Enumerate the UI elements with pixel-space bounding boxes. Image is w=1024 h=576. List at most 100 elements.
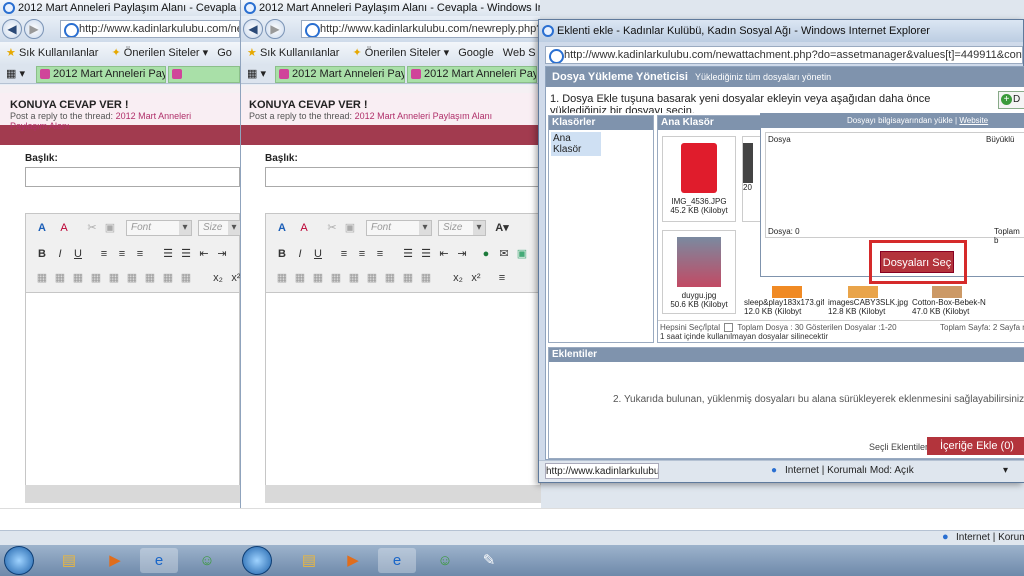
thumb-6[interactable]: Cotton-Box-Bebek-N 47.0 KB (Kilobyt <box>912 286 992 318</box>
quick-tabs-icon[interactable]: ▦ ▾ <box>6 67 25 80</box>
explorer-taskbar-icon[interactable]: ▤ <box>50 548 88 573</box>
thumb-2[interactable]: 20 <box>742 136 762 222</box>
table-row-icon[interactable]: ▦ <box>52 270 68 286</box>
align-left-icon[interactable]: ≡ <box>96 246 112 262</box>
tab-thread-2[interactable] <box>168 66 240 83</box>
table-props-icon[interactable]: ▦ <box>400 270 416 286</box>
table-delete-icon[interactable]: ▦ <box>382 270 398 286</box>
paint-taskbar-icon[interactable]: ✎ <box>470 548 508 573</box>
add-file-button[interactable]: + D <box>998 91 1024 109</box>
ie-taskbar-icon-2[interactable]: e <box>378 548 416 573</box>
underline-icon[interactable]: U <box>70 246 86 262</box>
google-link[interactable]: Google <box>458 47 493 59</box>
align-center-icon[interactable]: ≡ <box>114 246 130 262</box>
tab-thread-1[interactable]: 2012 Mart Anneleri Paylaşı... <box>275 66 405 83</box>
email-icon[interactable]: ✉ <box>496 246 512 262</box>
align-right-icon[interactable]: ≡ <box>372 246 388 262</box>
zoom-control[interactable]: ▾ <box>1003 461 1008 481</box>
table-merge-icon[interactable]: ▦ <box>346 270 362 286</box>
table-icon[interactable]: ▦ <box>34 270 50 286</box>
paste-icon[interactable]: ▣ <box>102 220 118 236</box>
editor-area[interactable] <box>25 293 240 503</box>
table-extra-icon[interactable]: ▦ <box>418 270 434 286</box>
tab-thread[interactable]: 2012 Mart Anneleri Paylaşı... <box>36 66 166 83</box>
popup-address-bar[interactable]: http://www.kadinlarkulubu.com/newattachm… <box>545 46 1023 64</box>
align-right-icon[interactable]: ≡ <box>132 246 148 262</box>
start-button[interactable] <box>4 546 34 575</box>
indent-icon[interactable]: ⇥ <box>214 246 230 262</box>
outdent-icon[interactable]: ⇤ <box>196 246 212 262</box>
bullet-list-icon[interactable]: ☰ <box>178 246 194 262</box>
remove-format-icon[interactable]: A <box>296 220 312 236</box>
table-merge-icon[interactable]: ▦ <box>106 270 122 286</box>
link-icon[interactable]: ● <box>478 246 494 262</box>
more-icon[interactable]: ≡ <box>494 270 510 286</box>
favorites-label[interactable]: Sık Kullanılanlar <box>19 47 99 59</box>
thumb-1[interactable]: IMG_4536.JPG 45.2 KB (Kilobyt <box>662 136 736 222</box>
table-icon[interactable]: ▦ <box>274 270 290 286</box>
back-button[interactable]: ◀ <box>243 19 263 39</box>
font-select[interactable]: Font <box>366 220 432 236</box>
font-select[interactable]: Font <box>126 220 192 236</box>
table-props-icon[interactable]: ▦ <box>160 270 176 286</box>
star-icon[interactable]: ★ <box>247 47 257 59</box>
italic-icon[interactable]: I <box>52 246 68 262</box>
suggested-sites[interactable]: Önerilen Siteler <box>365 47 441 59</box>
folder-item-main[interactable]: Ana Klasör <box>551 132 601 156</box>
align-center-icon[interactable]: ≡ <box>354 246 370 262</box>
quick-tabs-icon[interactable]: ▦ ▾ <box>247 67 266 80</box>
bullet-list-icon[interactable]: ☰ <box>418 246 434 262</box>
text-color-icon[interactable]: A▾ <box>494 220 510 236</box>
align-left-icon[interactable]: ≡ <box>336 246 352 262</box>
messenger-taskbar-icon-2[interactable]: ☺ <box>426 548 464 573</box>
table-delete-icon[interactable]: ▦ <box>142 270 158 286</box>
explorer-taskbar-icon-2[interactable]: ▤ <box>290 548 328 573</box>
address-bar[interactable]: http://www.kadinlarkulubu.com/newreply.p… <box>301 20 541 38</box>
media-player-taskbar-icon[interactable]: ▶ <box>96 548 134 573</box>
select-all-checkbox[interactable] <box>724 323 734 333</box>
forward-button[interactable]: ▶ <box>24 19 44 39</box>
subscript-icon[interactable]: x₂ <box>450 270 466 286</box>
table-split-icon[interactable]: ▦ <box>364 270 380 286</box>
image-icon[interactable]: ▣ <box>514 246 530 262</box>
select-all-link[interactable]: Hepsini Seç/İptal <box>660 323 720 332</box>
table-col-icon[interactable]: ▦ <box>70 270 86 286</box>
subscript-icon[interactable]: x₂ <box>210 270 226 286</box>
forward-button[interactable]: ▶ <box>265 19 285 39</box>
superscript-icon[interactable]: x² <box>468 270 484 286</box>
cut-icon[interactable]: ✂ <box>324 220 340 236</box>
messenger-taskbar-icon[interactable]: ☺ <box>188 548 226 573</box>
thread-link[interactable]: 2012 Mart Anneleri Paylaşım Alanı <box>355 111 493 121</box>
table-split-icon[interactable]: ▦ <box>124 270 140 286</box>
media-player-taskbar-icon-2[interactable]: ▶ <box>334 548 372 573</box>
tab-thread-2[interactable]: 2012 Mart Anneleri Paylaşı... <box>407 66 537 83</box>
outdent-icon[interactable]: ⇤ <box>436 246 452 262</box>
cut-icon[interactable]: ✂ <box>84 220 100 236</box>
size-select[interactable]: Size <box>438 220 486 236</box>
table-cell-icon[interactable]: ▦ <box>88 270 104 286</box>
switch-mode-icon[interactable]: A <box>274 220 290 236</box>
thumb-3[interactable]: duygu.jpg 50.6 KB (Kilobyt <box>662 230 736 314</box>
address-bar[interactable]: http://www.kadinlarkulubu.com/newrep <box>60 20 240 38</box>
thumb-4[interactable]: sleep&play183x173.gif 12.0 KB (Kilobyt <box>744 286 824 318</box>
subject-input[interactable] <box>265 167 541 187</box>
table-extra-icon[interactable]: ▦ <box>178 270 194 286</box>
insert-button[interactable]: İçeriğe Ekle (0) <box>927 437 1024 455</box>
numbered-list-icon[interactable]: ☰ <box>400 246 416 262</box>
web-slices-link[interactable]: Web S <box>503 47 536 59</box>
suggested-sites[interactable]: Önerilen Siteler <box>124 47 200 59</box>
table-cell-icon[interactable]: ▦ <box>328 270 344 286</box>
google-link[interactable]: Go <box>217 47 232 59</box>
bold-icon[interactable]: B <box>34 246 50 262</box>
numbered-list-icon[interactable]: ☰ <box>160 246 176 262</box>
switch-mode-icon[interactable]: A <box>34 220 50 236</box>
choose-files-button[interactable]: Dosyaları Seç <box>880 251 954 273</box>
subject-input[interactable] <box>25 167 240 187</box>
indent-icon[interactable]: ⇥ <box>454 246 470 262</box>
star-icon[interactable]: ★ <box>6 47 16 59</box>
remove-format-icon[interactable]: A <box>56 220 72 236</box>
editor-area[interactable] <box>265 293 541 503</box>
paste-icon[interactable]: ▣ <box>342 220 358 236</box>
size-select[interactable]: Size <box>198 220 241 236</box>
back-button[interactable]: ◀ <box>2 19 22 39</box>
